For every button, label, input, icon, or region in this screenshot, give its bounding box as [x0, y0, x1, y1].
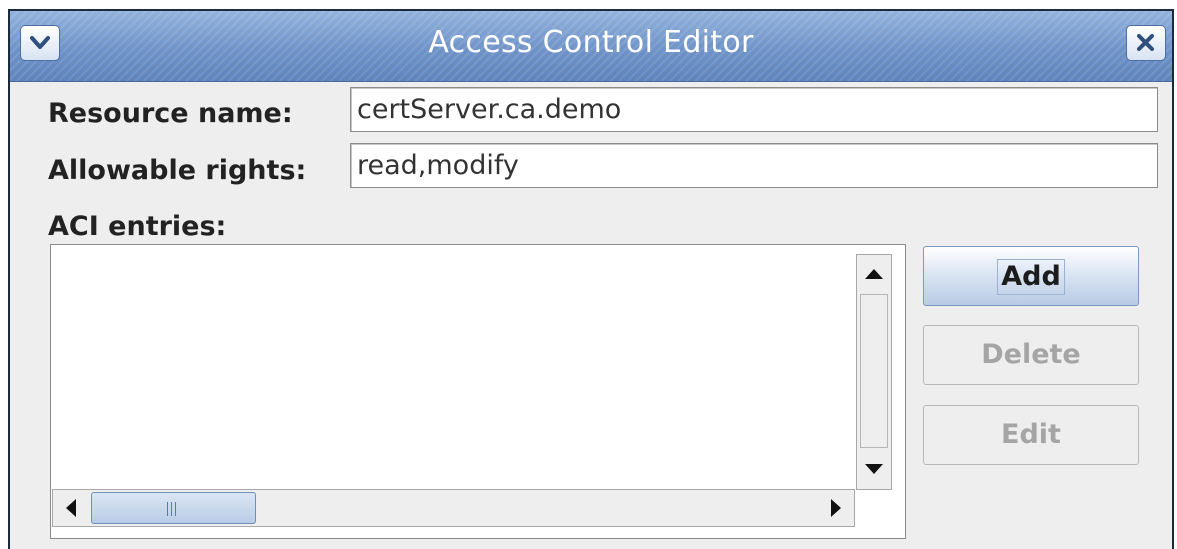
allowable-rights-label: Allowable rights: [48, 155, 307, 186]
thumb-grip-line [171, 502, 172, 516]
allowable-rights-field[interactable]: read,modify [350, 143, 1158, 188]
vertical-scroll-track[interactable] [860, 294, 888, 448]
close-icon [1137, 34, 1154, 51]
thumb-grip-line [167, 502, 168, 516]
add-button[interactable]: Add [923, 246, 1139, 306]
horizontal-scroll-thumb[interactable] [91, 492, 256, 524]
vertical-scrollbar[interactable] [856, 254, 892, 490]
scroll-up-button[interactable] [859, 257, 889, 291]
delete-button[interactable]: Delete [923, 325, 1139, 385]
window-title: Access Control Editor [428, 25, 754, 60]
scroll-right-button[interactable] [819, 492, 852, 524]
thumb-grip-line [175, 502, 176, 516]
edit-button[interactable]: Edit [923, 405, 1139, 465]
horizontal-scrollbar[interactable] [52, 489, 855, 527]
access-control-editor-window: Access Control Editor Resource name: cer… [8, 9, 1174, 549]
resource-name-field[interactable]: certServer.ca.demo [350, 87, 1158, 132]
window-close-button[interactable] [1126, 25, 1166, 61]
triangle-left-icon [66, 499, 76, 517]
triangle-right-icon [831, 499, 841, 517]
aci-entries-label: ACI entries: [48, 211, 227, 242]
add-button-label: Add [997, 258, 1065, 295]
scroll-down-button[interactable] [859, 452, 889, 486]
scroll-left-button[interactable] [55, 492, 87, 524]
triangle-down-icon [865, 464, 883, 474]
title-bar[interactable]: Access Control Editor [10, 11, 1172, 82]
triangle-up-icon [865, 269, 883, 279]
resource-name-label: Resource name: [48, 98, 293, 129]
